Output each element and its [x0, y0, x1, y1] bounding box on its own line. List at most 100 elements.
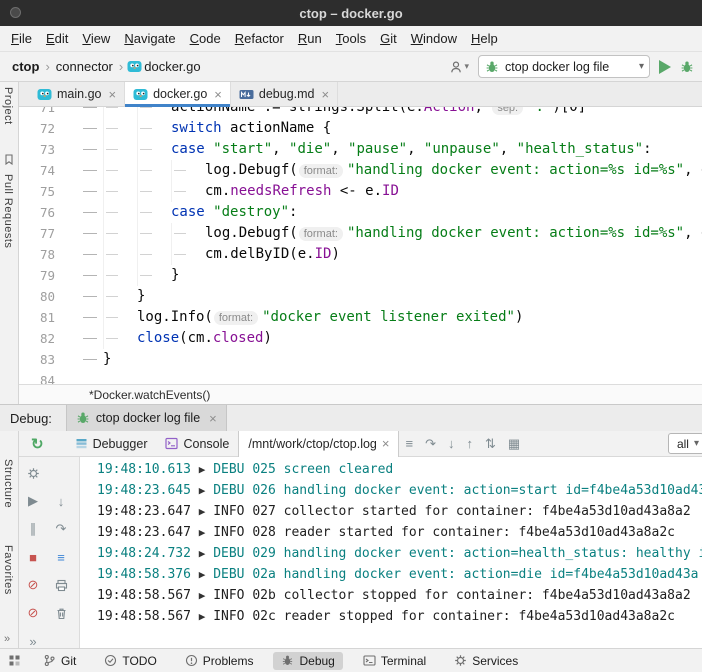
- sidebar-item-structure[interactable]: Structure: [2, 459, 14, 508]
- run-button[interactable]: [659, 60, 671, 74]
- tab-debug-md[interactable]: debug.md×: [231, 82, 338, 106]
- close-icon[interactable]: ×: [214, 87, 222, 102]
- code-token: ,: [331, 141, 348, 157]
- code-token: log.Debugf(: [205, 162, 298, 178]
- breadcrumb-item[interactable]: connector: [54, 59, 115, 74]
- debug-tab-console[interactable]: Console: [156, 431, 238, 457]
- menu-file[interactable]: File: [4, 28, 39, 49]
- code-token: log.Info(: [137, 309, 213, 325]
- toolwindow-button-debug[interactable]: Debug: [273, 652, 342, 670]
- close-icon[interactable]: ×: [322, 87, 330, 102]
- tab-main-go[interactable]: main.go×: [29, 82, 125, 106]
- debug-button[interactable]: [680, 60, 694, 74]
- mute-breakpoints-icon[interactable]: ⊘: [19, 571, 47, 599]
- account-widget[interactable]: ▾: [449, 60, 469, 74]
- tab-docker-go[interactable]: docker.go×: [125, 82, 231, 106]
- menu-window[interactable]: Window: [404, 28, 464, 49]
- grid-icon[interactable]: ▦: [502, 436, 526, 452]
- stop-icon[interactable]: ■: [19, 543, 47, 571]
- method-breadcrumb[interactable]: *Docker.watchEvents(): [89, 388, 210, 402]
- tab-whitespace-mark: [137, 244, 171, 265]
- log-console[interactable]: 19:48:10.613 ▶ DEBU 025 screen cleared19…: [80, 457, 702, 648]
- gutter-fold-mark: [55, 244, 103, 265]
- close-icon[interactable]: ×: [382, 436, 390, 451]
- debug-tab--mnt-work-ctop-ctop-log[interactable]: /mnt/work/ctop/ctop.log×: [238, 431, 399, 457]
- chevron-down-icon: ▾: [694, 438, 699, 449]
- line-number: 76: [19, 202, 55, 223]
- breadcrumb-item[interactable]: ctop: [10, 59, 41, 74]
- problems-icon: [185, 654, 198, 667]
- debug-session-tab[interactable]: ctop docker log file ×: [66, 405, 227, 432]
- run-config-select[interactable]: ctop docker log file ▾: [478, 55, 650, 78]
- line-number: 71: [19, 107, 55, 118]
- sort-arrows-icon[interactable]: ⇅: [479, 436, 502, 452]
- code-line: 73case "start", "die", "pause", "unpause…: [19, 139, 702, 160]
- debug-tab-debugger[interactable]: Debugger: [66, 431, 157, 457]
- menu-run[interactable]: Run: [291, 28, 329, 49]
- menu-git[interactable]: Git: [373, 28, 404, 49]
- parameter-hint: format:: [299, 164, 343, 178]
- gutter-fold-mark: [55, 107, 103, 118]
- close-icon[interactable]: ×: [108, 87, 116, 102]
- log-level: DEBU 02a: [205, 567, 283, 582]
- gutter-fold-mark: [55, 328, 103, 349]
- log-line: 19:48:58.567 ▶ INFO 02c reader stopped f…: [97, 606, 702, 627]
- close-icon[interactable]: ×: [209, 411, 217, 426]
- window-control-icon[interactable]: [10, 7, 21, 18]
- pause-icon[interactable]: ∥: [19, 515, 47, 543]
- step-into-icon[interactable]: ↓: [47, 487, 75, 515]
- sidebar-item-pull-requests[interactable]: Pull Requests: [2, 174, 14, 248]
- menu-code[interactable]: Code: [183, 28, 228, 49]
- log-line: 19:48:58.567 ▶ INFO 02b collector stoppe…: [97, 585, 702, 606]
- bookmark-icon[interactable]: [4, 152, 14, 170]
- bug-icon: [76, 411, 90, 425]
- menu-navigate[interactable]: Navigate: [117, 28, 182, 49]
- code-text: cm.delByID(e.ID): [205, 244, 340, 265]
- step-over-icon[interactable]: ↷: [47, 515, 75, 543]
- print-icon[interactable]: [47, 571, 75, 599]
- code-token: , e.Action, e.ID): [684, 225, 702, 241]
- toolwindow-button-git[interactable]: Git: [35, 652, 84, 670]
- curve-arrow-icon[interactable]: ↷: [419, 436, 442, 452]
- down-arrow-icon[interactable]: ↓: [442, 436, 461, 451]
- gutter-fold-mark: [55, 181, 103, 202]
- breadcrumb-item[interactable]: docker.go: [142, 59, 202, 74]
- log-filter-select[interactable]: all ▾: [668, 433, 702, 454]
- tool-window-switcher-icon[interactable]: [8, 654, 21, 667]
- sidebar-item-project[interactable]: Project: [2, 87, 14, 125]
- code-token: "handling docker event: action=%s id=%s": [347, 225, 684, 241]
- menu-icon[interactable]: ≡: [399, 436, 419, 451]
- menu-view[interactable]: View: [75, 28, 117, 49]
- menu-help[interactable]: Help: [464, 28, 505, 49]
- code-text: }: [103, 349, 111, 370]
- view-breakpoints-icon[interactable]: ⊘: [19, 599, 47, 627]
- up-arrow-icon[interactable]: ↑: [460, 436, 479, 451]
- menu-tools[interactable]: Tools: [329, 28, 373, 49]
- menu-edit[interactable]: Edit: [39, 28, 75, 49]
- log-level: INFO 02c: [205, 609, 283, 624]
- toolwindow-button-todo[interactable]: TODO: [96, 652, 164, 670]
- code-text: actionName := strings.Split(e.Action, se…: [171, 107, 586, 118]
- empty-cell: [47, 459, 75, 487]
- tab-whitespace-mark: [137, 265, 171, 286]
- resume-icon[interactable]: ▶: [19, 487, 47, 515]
- settings-icon[interactable]: [19, 459, 47, 487]
- clear-all-icon[interactable]: [47, 599, 75, 627]
- tab-whitespace-mark: [171, 223, 205, 244]
- tab-whitespace-mark: [171, 244, 205, 265]
- rerun-button[interactable]: ↻: [31, 435, 44, 453]
- code-editor[interactable]: 71 actionName := strings.Split(e.Action, …: [19, 107, 702, 384]
- code-token: }: [103, 351, 111, 367]
- toolwindow-label: Git: [61, 654, 76, 668]
- toolwindow-button-problems[interactable]: Problems: [177, 652, 262, 670]
- toolwindow-button-services[interactable]: Services: [446, 652, 526, 670]
- code-token: (cm.: [179, 330, 213, 346]
- toolwindow-button-terminal[interactable]: Terminal: [355, 652, 434, 670]
- more-tool-windows-icon[interactable]: »: [4, 633, 10, 645]
- menu-refactor[interactable]: Refactor: [228, 28, 291, 49]
- log-level: INFO 027: [205, 504, 283, 519]
- tab-whitespace-mark: [103, 139, 137, 160]
- code-token: cm.: [205, 183, 230, 199]
- show-execution-point-icon[interactable]: ≡: [47, 543, 75, 571]
- sidebar-item-favorites[interactable]: Favorites: [2, 545, 14, 595]
